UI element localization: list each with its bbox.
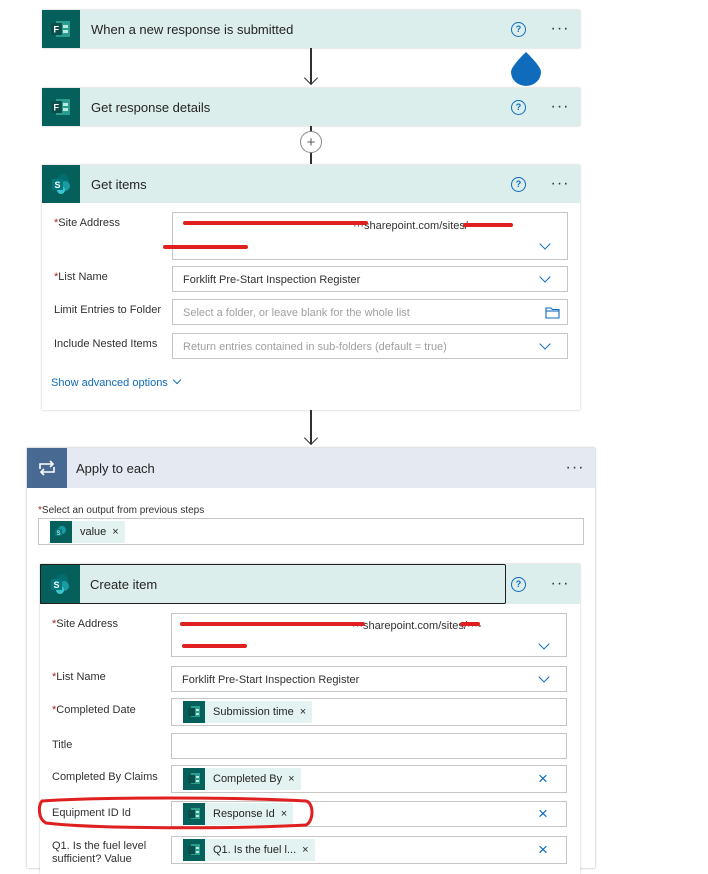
list-name-field[interactable]: Forklift Pre-Start Inspection Register — [171, 666, 567, 692]
remove-token-icon[interactable]: × — [112, 526, 124, 538]
submission-time-token[interactable]: Submission time × — [183, 701, 313, 723]
title-field[interactable] — [171, 733, 567, 759]
apply-to-each-title: Apply to each — [76, 460, 155, 476]
forms-icon: F — [42, 88, 80, 126]
completed-by-label: Completed By Claims — [52, 771, 158, 783]
clear-icon[interactable]: × — [538, 805, 548, 822]
limit-folder-label: Limit Entries to Folder — [54, 304, 161, 316]
value-token[interactable]: S value × — [50, 521, 125, 543]
get-response-header[interactable]: F Get response details ? ··· — [42, 88, 580, 126]
redaction-mark — [180, 622, 365, 626]
chevron-down-icon[interactable] — [539, 271, 551, 283]
submission-time-label: Submission time — [213, 706, 294, 718]
help-icon[interactable]: ? — [511, 576, 526, 592]
connector-arrowhead — [303, 430, 319, 446]
completed-by-token[interactable]: Completed By × — [183, 768, 301, 790]
svg-text:S: S — [57, 531, 61, 537]
apply-to-each-header[interactable]: Apply to each ··· — [27, 448, 595, 488]
loop-icon — [27, 448, 67, 488]
q1-field[interactable]: Q1. Is the fuel l... × × — [171, 836, 567, 864]
list-name-value: Forklift Pre-Start Inspection Register — [183, 274, 361, 286]
remove-token-icon[interactable]: × — [288, 773, 300, 785]
get-items-title: Get items — [91, 176, 147, 192]
get-response-title: Get response details — [91, 99, 211, 115]
remove-token-icon[interactable]: × — [300, 706, 312, 718]
svg-text:S: S — [55, 180, 61, 190]
nested-items-label: Include Nested Items — [54, 338, 158, 350]
more-options-button[interactable]: ··· — [540, 176, 580, 192]
redaction-mark — [163, 245, 248, 249]
list-name-field[interactable]: Forklift Pre-Start Inspection Register — [172, 266, 568, 292]
sharepoint-icon: S — [42, 165, 80, 203]
more-options-button[interactable]: ··· — [555, 460, 595, 476]
create-item-header[interactable]: S Create item ? ··· — [40, 564, 580, 604]
q1-label: Q1. Is the fuel level sufficient? Value — [52, 840, 146, 866]
completed-date-label: *Completed Date — [52, 704, 136, 716]
redaction-mark — [182, 644, 247, 648]
value-token-label: value — [80, 526, 107, 538]
select-output-field[interactable]: S value × — [38, 518, 584, 545]
create-item-header-focus — [40, 564, 506, 604]
more-options-button[interactable]: ··· — [540, 576, 580, 592]
forms-icon — [183, 701, 205, 723]
svg-text:F: F — [54, 103, 60, 113]
chevron-down-icon[interactable] — [538, 671, 550, 683]
help-icon[interactable]: ? — [511, 176, 526, 192]
help-icon[interactable]: ? — [511, 21, 526, 37]
site-address-field[interactable]: ···sharepoint.com/sites/···- — [171, 613, 567, 657]
forms-icon — [183, 768, 205, 790]
redaction-mark — [463, 223, 513, 227]
more-options-button[interactable]: ··· — [540, 21, 580, 37]
list-name-value: Forklift Pre-Start Inspection Register — [182, 674, 360, 686]
trigger-header[interactable]: F When a new response is submitted ? ··· — [42, 10, 580, 48]
sharepoint-icon: S — [50, 521, 72, 543]
limit-folder-placeholder: Select a folder, or leave blank for the … — [183, 307, 410, 319]
annotation-highlight — [37, 796, 314, 830]
q1-label-line2: sufficient? Value — [52, 853, 132, 865]
show-advanced-options-link[interactable]: Show advanced options — [51, 375, 182, 389]
forms-icon: F — [42, 10, 80, 48]
chevron-down-icon[interactable] — [539, 338, 551, 350]
select-output-label: *Select an output from previous steps — [38, 505, 205, 516]
chevron-down-icon[interactable] — [539, 238, 551, 250]
more-options-button[interactable]: ··· — [540, 99, 580, 115]
list-name-label: *List Name — [54, 271, 108, 283]
site-address-label: *Site Address — [52, 618, 119, 630]
show-advanced-label: Show advanced options — [51, 377, 168, 389]
site-address-label: *Site Address — [54, 217, 121, 229]
redaction-mark — [183, 221, 368, 225]
forms-icon — [183, 839, 205, 861]
q1-token[interactable]: Q1. Is the fuel l... × — [183, 839, 315, 861]
clear-icon[interactable]: × — [538, 770, 548, 787]
get-response-card[interactable]: F Get response details ? ··· — [42, 88, 580, 126]
remove-token-icon[interactable]: × — [302, 844, 314, 856]
connector-arrowhead — [303, 70, 319, 86]
drag-cursor-icon — [511, 52, 541, 86]
redaction-mark — [460, 622, 480, 626]
folder-icon[interactable] — [545, 306, 560, 319]
nested-items-placeholder: Return entries contained in sub-folders … — [183, 341, 447, 353]
help-icon[interactable]: ? — [511, 99, 526, 115]
svg-text:F: F — [54, 25, 60, 35]
trigger-title: When a new response is submitted — [91, 21, 294, 37]
q1-label-line1: Q1. Is the fuel level — [52, 840, 147, 852]
clear-icon[interactable]: × — [538, 841, 548, 858]
get-items-header[interactable]: S Get items ? ··· — [42, 165, 580, 203]
get-items-card: S Get items ? ··· *Site Address ···share… — [42, 165, 580, 410]
title-label: Title — [52, 739, 73, 751]
completed-by-field[interactable]: Completed By × × — [171, 765, 567, 793]
insert-step-button[interactable]: + — [300, 131, 322, 153]
nested-items-field[interactable]: Return entries contained in sub-folders … — [172, 333, 568, 359]
chevron-down-icon[interactable] — [538, 638, 550, 650]
q1-token-label: Q1. Is the fuel l... — [213, 844, 297, 856]
chevron-down-icon — [172, 375, 182, 385]
trigger-card[interactable]: F When a new response is submitted ? ··· — [42, 10, 580, 48]
list-name-label: *List Name — [52, 671, 106, 683]
completed-by-token-label: Completed By — [213, 773, 283, 785]
site-address-field[interactable]: ···sharepoint.com/sites/···- — [163, 212, 568, 260]
limit-folder-field[interactable]: Select a folder, or leave blank for the … — [172, 299, 568, 325]
completed-date-field[interactable]: Submission time × — [171, 698, 567, 726]
